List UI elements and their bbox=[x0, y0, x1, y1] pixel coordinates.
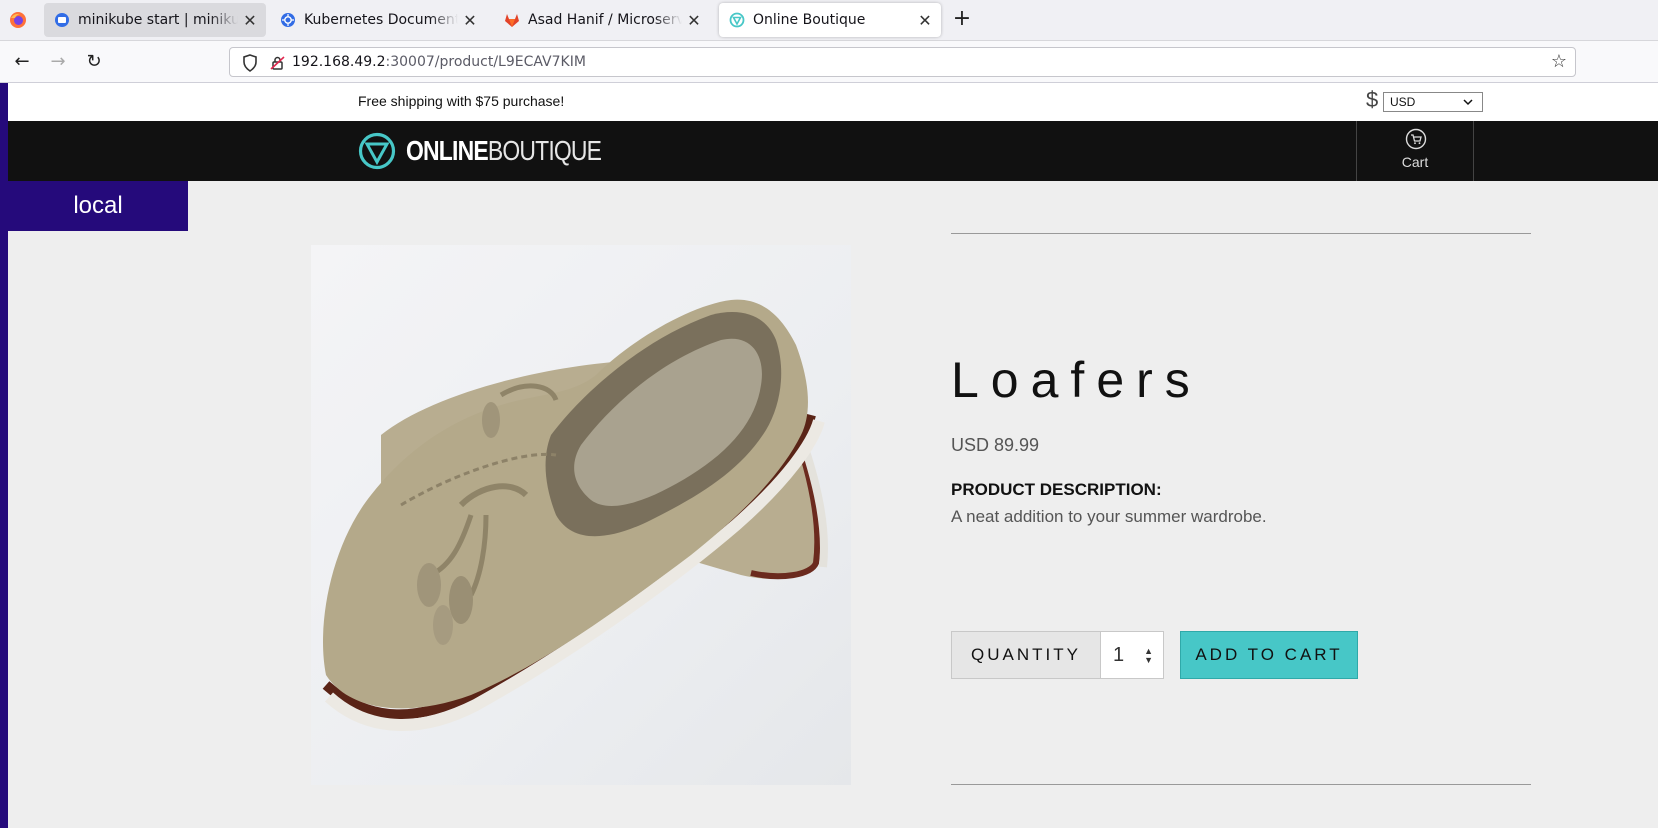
cart-label: Cart bbox=[1401, 154, 1429, 170]
tab-label: Online Boutique bbox=[753, 12, 866, 28]
minikube-favicon-icon bbox=[55, 13, 69, 27]
logo-text-bold: ONLINE bbox=[406, 135, 489, 166]
close-tab-icon[interactable]: ✕ bbox=[682, 11, 706, 30]
product-title: Loafers bbox=[951, 352, 1202, 408]
stepper-arrows-icon: ▲ ▼ bbox=[1144, 646, 1153, 665]
shipping-banner: Free shipping with $75 purchase! bbox=[358, 93, 565, 109]
browser-nav-bar: ← → ↻ 192.168.49.2:30007/product/L9ECAV7… bbox=[0, 41, 1658, 83]
promo-bar: Free shipping with $75 purchase! $ USD bbox=[8, 83, 1658, 121]
close-tab-icon[interactable]: ✕ bbox=[458, 11, 482, 30]
currency-value: USD bbox=[1390, 95, 1416, 109]
bookmark-star-icon[interactable]: ☆ bbox=[1551, 51, 1567, 72]
site-security-icon[interactable] bbox=[242, 54, 286, 72]
online-boutique-favicon-icon bbox=[729, 12, 745, 28]
cart-icon bbox=[1405, 128, 1427, 150]
tab-kubernetes-docs[interactable]: Kubernetes Documentation ✕ bbox=[270, 3, 486, 37]
bottom-divider bbox=[951, 784, 1531, 785]
boutique-logo-icon bbox=[358, 132, 396, 170]
add-to-cart-button[interactable]: ADD TO CART bbox=[1180, 631, 1358, 679]
tab-online-boutique[interactable]: Online Boutique ✕ bbox=[719, 3, 941, 37]
close-tab-icon[interactable]: ✕ bbox=[238, 11, 262, 30]
web-page: Free shipping with $75 purchase! $ USD O… bbox=[0, 83, 1658, 828]
new-tab-icon[interactable]: + bbox=[950, 8, 974, 32]
currency-symbol: $ bbox=[1366, 87, 1379, 112]
description-heading: PRODUCT DESCRIPTION: bbox=[951, 480, 1162, 499]
logo-text-light: BOUTIQUE bbox=[487, 135, 602, 166]
reload-icon[interactable]: ↻ bbox=[81, 49, 107, 75]
quantity-label: QUANTITY bbox=[952, 632, 1101, 678]
site-logo[interactable]: ONLINEBOUTIQUE bbox=[358, 131, 644, 171]
kubernetes-favicon-icon bbox=[281, 13, 295, 27]
cart-button[interactable]: Cart bbox=[1356, 121, 1474, 181]
environment-stripe bbox=[0, 83, 8, 828]
gitlab-favicon-icon bbox=[505, 14, 519, 27]
close-tab-icon[interactable]: ✕ bbox=[913, 11, 937, 30]
tab-label: Asad Hanif / Microservices bbox=[528, 12, 682, 28]
environment-badge: local bbox=[8, 181, 188, 231]
product-description: A neat addition to your summer wardrobe. bbox=[951, 507, 1267, 526]
url-host: 192.168.49.2 bbox=[292, 54, 386, 70]
quantity-group: QUANTITY 1 ▲ ▼ bbox=[951, 631, 1164, 679]
currency-select[interactable]: USD bbox=[1383, 92, 1483, 112]
loafers-image bbox=[322, 299, 828, 731]
tab-label: minikube start | minikube bbox=[78, 12, 238, 28]
url-bar[interactable]: 192.168.49.2:30007/product/L9ECAV7KIM ☆ bbox=[229, 47, 1576, 77]
firefox-icon[interactable] bbox=[9, 11, 27, 29]
chevron-down-icon bbox=[1463, 99, 1473, 106]
tab-gitlab[interactable]: Asad Hanif / Microservices ✕ bbox=[494, 3, 710, 37]
back-arrow-icon[interactable]: ← bbox=[9, 49, 35, 75]
url-path: :30007/product/L9ECAV7KIM bbox=[385, 54, 586, 70]
product-image bbox=[311, 245, 851, 785]
tab-label: Kubernetes Documentation bbox=[304, 12, 458, 28]
forward-arrow-icon[interactable]: → bbox=[45, 49, 71, 75]
browser-tab-bar: minikube start | minikube ✕ Kubernetes D… bbox=[0, 0, 1658, 41]
tab-minikube[interactable]: minikube start | minikube ✕ bbox=[44, 3, 266, 37]
quantity-select[interactable]: 1 ▲ ▼ bbox=[1101, 632, 1163, 678]
quantity-value: 1 bbox=[1113, 644, 1125, 666]
site-header: ONLINEBOUTIQUE Cart bbox=[8, 121, 1658, 181]
product-price: USD 89.99 bbox=[951, 435, 1040, 455]
top-divider bbox=[951, 233, 1531, 234]
